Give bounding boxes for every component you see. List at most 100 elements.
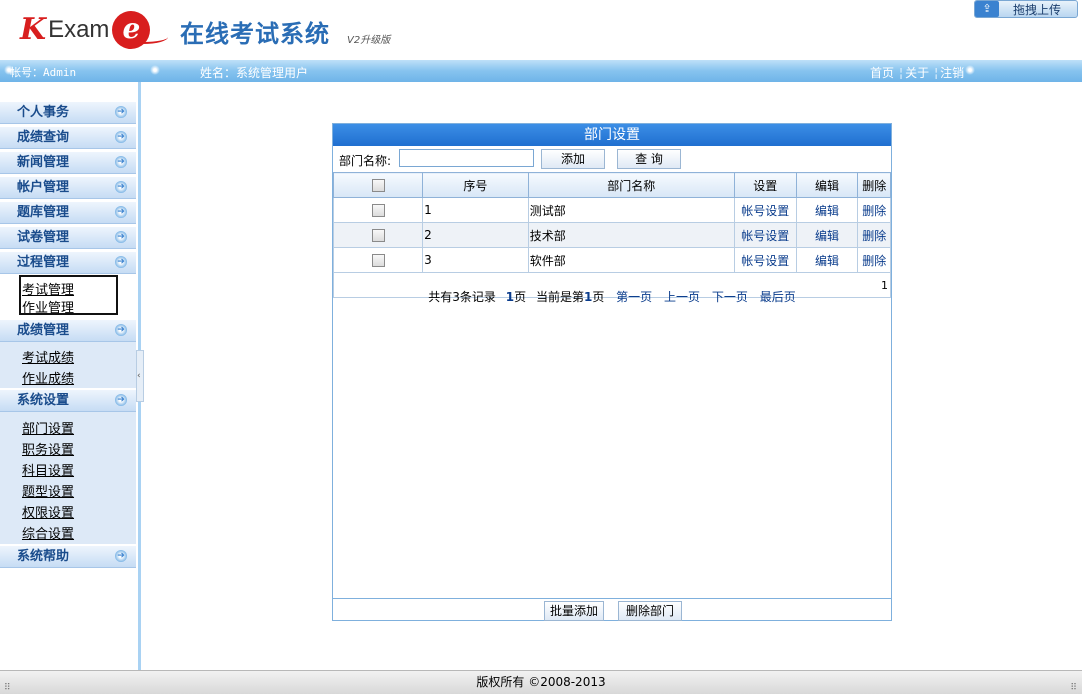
delete-link[interactable]: 删除 [857,222,891,248]
row-checkbox-cell [332,247,424,273]
arrow-right-icon: ➔ [115,324,127,336]
batch-add-button[interactable]: 批量添加 [544,601,604,621]
arrow-right-icon: ➔ [115,206,127,218]
add-button[interactable]: 添加 [541,149,605,169]
row-dept-name: 测试部 [527,197,735,223]
row-id: 1 [422,197,529,223]
about-link[interactable]: 关于 [905,66,929,80]
sidebar-group-label: 系统帮助 [17,549,70,564]
sidebar-item-homework-scores[interactable]: 作业成绩 [22,368,74,387]
page-footer: ⠿ 版权所有 ©2008-2013 ⠿ [0,670,1082,694]
grip-icon: ⠿ [4,683,11,693]
edit-link[interactable]: 编辑 [795,247,859,273]
account-info: 帐号：Admin [10,66,77,79]
sidebar: 个人事务 ➔ 成绩查询 ➔ 新闻管理 ➔ 帐户管理 ➔ 题库管理 ➔ 试卷管理 … [0,82,138,670]
sidebar-group-help[interactable]: 系统帮助 ➔ [0,546,136,568]
delete-link[interactable]: 删除 [857,197,891,223]
sidebar-group-label: 过程管理 [17,255,70,270]
delete-department-button[interactable]: 删除部门 [618,601,682,621]
sidebar-group-label: 题库管理 [17,205,70,220]
account-settings-link[interactable]: 帐号设置 [733,222,797,248]
sidebar-group-label: 成绩查询 [17,130,70,145]
table-header-row: 序号 部门名称 设置 编辑 删除 [332,172,891,198]
next-page-link[interactable]: 下一页 [712,290,748,304]
sidebar-item-permission-settings[interactable]: 权限设置 [22,502,74,521]
sidebar-item-general-settings[interactable]: 综合设置 [22,523,74,542]
row-checkbox-cell [332,197,424,223]
logo-swoosh [118,30,168,44]
logo-k: K [20,12,47,47]
edit-link[interactable]: 编辑 [795,197,859,223]
last-page-link[interactable]: 最后页 [760,290,796,304]
sidebar-group-process[interactable]: 过程管理 ➔ [0,252,136,274]
sidebar-group-question-bank[interactable]: 题库管理 ➔ [0,202,136,224]
sparkle-decoration [965,65,975,75]
select-all-checkbox[interactable] [371,179,385,192]
arrow-right-icon: ➔ [115,394,127,406]
arrow-right-icon: ➔ [115,550,127,562]
column-header-name: 部门名称 [527,172,735,198]
account-settings-link[interactable]: 帐号设置 [733,247,797,273]
sidebar-group-score-manage[interactable]: 成绩管理 ➔ [0,320,136,342]
sidebar-group-label: 新闻管理 [17,155,70,170]
sidebar-group-personal[interactable]: 个人事务 ➔ [0,102,136,124]
sidebar-group-label: 帐户管理 [17,180,70,195]
link-separator: ¦ [899,66,904,80]
column-header-delete: 删除 [857,172,891,198]
prev-page-link[interactable]: 上一页 [664,290,700,304]
table-row: 2 技术部 帐号设置 编辑 删除 [332,222,891,248]
panel-footer: 批量添加 删除部门 [333,598,891,621]
sidebar-group-label: 试卷管理 [17,230,70,245]
department-panel: 部门设置 部门名称: 添加 查 询 序号 部门名称 设置 编辑 删除 1 测试部… [332,123,892,621]
sidebar-item-subject-settings[interactable]: 科目设置 [22,460,74,479]
dept-name-label: 部门名称: [339,154,392,168]
dept-name-input[interactable] [399,149,534,167]
row-dept-name: 软件部 [527,247,735,273]
panel-title: 部门设置 [333,124,891,146]
sidebar-group-system-settings[interactable]: 系统设置 ➔ [0,390,136,412]
search-row: 部门名称: 添加 查 询 [333,147,891,171]
arrow-right-icon: ➔ [115,106,127,118]
upload-icon: ⇪ [975,1,999,17]
table-row: 1 测试部 帐号设置 编辑 删除 [332,197,891,223]
row-checkbox[interactable] [371,254,385,267]
total-pages-number: 1 [505,290,515,304]
sidebar-group-score-query[interactable]: 成绩查询 ➔ [0,127,136,149]
arrow-right-icon: ➔ [115,181,127,193]
query-button[interactable]: 查 询 [617,149,681,169]
user-name: 姓名：系统管理用户 [200,66,309,80]
logout-link[interactable]: 注销 [940,66,964,80]
delete-link[interactable]: 删除 [857,247,891,273]
sidebar-group-label: 个人事务 [17,105,70,120]
home-link[interactable]: 首页 [870,66,894,80]
sparkle-decoration [150,65,160,75]
sidebar-group-news[interactable]: 新闻管理 ➔ [0,152,136,174]
row-checkbox[interactable] [371,229,385,242]
collapse-sidebar-handle[interactable]: ‹ [136,350,144,402]
column-header-edit: 编辑 [795,172,859,198]
sidebar-group-papers[interactable]: 试卷管理 ➔ [0,227,136,249]
sidebar-item-dept-settings[interactable]: 部门设置 [22,418,74,437]
arrow-right-icon: ➔ [115,156,127,168]
sidebar-item-exam-scores[interactable]: 考试成绩 [22,347,74,366]
row-checkbox[interactable] [371,204,385,217]
sidebar-item-question-type-settings[interactable]: 题型设置 [22,481,74,500]
arrow-right-icon: ➔ [115,231,127,243]
edit-link[interactable]: 编辑 [795,222,859,248]
department-table: 序号 部门名称 设置 编辑 删除 1 测试部 帐号设置 编辑 删除 2 技术部 … [332,172,891,298]
current-page-prefix: 当前是第 [535,290,584,304]
logo-exam-text: Exam [48,16,110,43]
sidebar-group-accounts[interactable]: 帐户管理 ➔ [0,177,136,199]
arrow-right-icon: ➔ [115,131,127,143]
top-bar: 帐号：Admin 姓名：系统管理用户 首页 ¦ 关于 ¦ 注销 [0,60,1082,82]
select-all-cell [332,172,424,198]
sidebar-item-position-settings[interactable]: 职务设置 [22,439,74,458]
first-page-link[interactable]: 第一页 [616,290,652,304]
table-row: 3 软件部 帐号设置 编辑 删除 [332,247,891,273]
drag-upload-button[interactable]: ⇪ 拖拽上传 [974,0,1078,18]
system-version: V2升级版 [347,35,391,46]
top-links: 首页 ¦ 关于 ¦ 注销 [870,64,966,81]
column-header-setting: 设置 [733,172,797,198]
row-id: 3 [422,247,529,273]
account-settings-link[interactable]: 帐号设置 [733,197,797,223]
